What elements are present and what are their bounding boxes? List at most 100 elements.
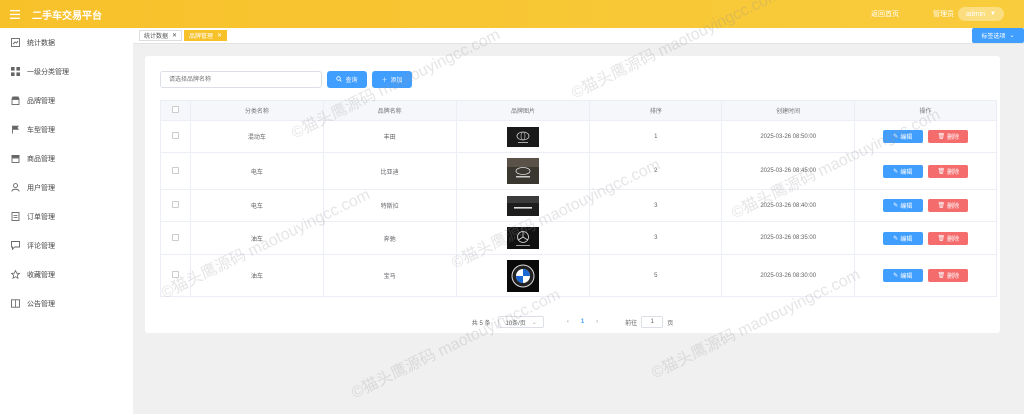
row-checkbox[interactable] [160, 221, 191, 255]
prev-page-icon[interactable]: ‹ [567, 319, 569, 325]
trash-icon: 🗑 [937, 235, 946, 242]
goto-page-input[interactable]: 1 [641, 316, 664, 328]
sidebar-item-notices[interactable]: 公告管理 [0, 289, 133, 318]
flag-icon [10, 125, 20, 135]
sidebar-item-comments[interactable]: 评论管理 [0, 231, 133, 260]
select-all-checkbox[interactable] [160, 100, 191, 121]
cell-created: 2025-03-26 08:30:00 [721, 254, 856, 297]
edit-label: 编辑 [900, 169, 913, 176]
tab-statistics[interactable]: 统计数据 ✕ [139, 30, 183, 41]
cell-actions: ✎ 编辑 🗑 删除 [854, 152, 997, 190]
sidebar-item-category[interactable]: 一级分类管理 [0, 57, 133, 86]
sidebar-item-model[interactable]: 车型管理 [0, 115, 133, 144]
sidebar-item-favorites[interactable]: 收藏管理 [0, 260, 133, 289]
delete-button[interactable]: 🗑 删除 [928, 231, 969, 245]
cell-category: 电车 [189, 152, 324, 190]
delete-button[interactable]: 🗑 删除 [928, 269, 969, 282]
brand-card: 查询 ＋ 添加 分类名称 品牌名称 品牌图片 排序 创建时间 操作 [145, 56, 1000, 333]
edit-button[interactable]: ✎ 编辑 [882, 164, 923, 178]
tab-bar: 统计数据 ✕ 品牌管理 ✕ 标签选项 ⌄ [133, 28, 1024, 44]
sidebar-item-orders[interactable]: 订单管理 [0, 202, 133, 231]
chevron-down-icon: ⌄ [1009, 33, 1015, 39]
home-link[interactable]: 返回首页 [871, 9, 899, 19]
trash-icon: 🗑 [937, 203, 946, 209]
bmw-logo-image [507, 259, 540, 292]
sidebar-item-goods[interactable]: 商品管理 [0, 144, 133, 173]
goto-label: 前往 [625, 320, 638, 327]
mercedes-logo-image [507, 227, 540, 249]
table-row: 电车 特斯拉 3 2025-03-26 08:40:00 ✎ 编辑 🗑 删除 [160, 189, 997, 222]
row-checkbox[interactable] [160, 152, 191, 190]
cell-image [455, 120, 591, 153]
trash-icon: 🗑 [937, 134, 946, 140]
query-button[interactable]: 查询 [327, 71, 367, 88]
edit-label: 编辑 [900, 274, 913, 280]
column-header-actions: 操作 [854, 100, 997, 121]
cell-brand: 宝马 [322, 254, 457, 297]
add-button[interactable]: ＋ 添加 [372, 71, 412, 88]
cell-actions: ✎ 编辑 🗑 删除 [854, 221, 997, 255]
sidebar-item-statistics[interactable]: 统计数据 [0, 28, 133, 57]
store-icon [10, 96, 20, 106]
sidebar-item-label: 公告管理 [27, 300, 55, 308]
page-size-select[interactable]: 10条/页 ⌄ [498, 316, 544, 328]
delete-button[interactable]: 🗑 删除 [928, 130, 969, 143]
cell-sort: 2 [589, 152, 723, 190]
page-number[interactable]: 1 [581, 319, 584, 325]
username: admin [965, 10, 986, 18]
edit-label: 编辑 [900, 204, 913, 210]
edit-button[interactable]: ✎ 编辑 [882, 130, 923, 143]
table-header-row: 分类名称 品牌名称 品牌图片 排序 创建时间 操作 [160, 100, 997, 121]
search-icon [336, 75, 343, 84]
sidebar-item-label: 品牌管理 [27, 97, 55, 105]
column-header-image: 品牌图片 [455, 100, 591, 121]
delete-button[interactable]: 🗑 删除 [928, 199, 969, 212]
edit-icon: ✎ [893, 203, 899, 209]
chevron-down-icon: ▼ [990, 11, 996, 17]
row-checkbox[interactable] [160, 189, 191, 222]
trash-icon: 🗑 [937, 273, 946, 279]
cell-actions: ✎ 编辑 🗑 删除 [854, 120, 997, 153]
sidebar-item-label: 收藏管理 [27, 271, 55, 279]
table-row: 油车 宝马 5 2025-03-26 08:30:00 ✎ 编辑 🗑 删除 [160, 254, 997, 297]
edit-button[interactable]: ✎ 编辑 [882, 199, 923, 212]
delete-button[interactable]: 🗑 删除 [928, 164, 969, 178]
cell-brand: 比亚迪 [322, 152, 457, 190]
brand-search-input[interactable] [160, 71, 322, 88]
cell-sort: 3 [589, 189, 723, 222]
chart-icon [10, 38, 20, 48]
close-icon[interactable]: ✕ [172, 32, 177, 39]
cell-brand: 奔驰 [322, 221, 457, 255]
add-label: 添加 [390, 78, 403, 84]
cell-image [455, 189, 591, 222]
goto-suffix: 页 [667, 320, 674, 327]
edit-button[interactable]: ✎ 编辑 [882, 231, 923, 245]
cell-sort: 1 [589, 120, 723, 153]
row-checkbox[interactable] [160, 254, 191, 297]
cell-category: 混动车 [189, 120, 324, 153]
next-page-icon[interactable]: › [596, 319, 598, 325]
tab-options-button[interactable]: 标签选项 ⌄ [972, 28, 1024, 43]
edit-button[interactable]: ✎ 编辑 [882, 269, 923, 282]
sidebar-item-label: 订单管理 [27, 213, 55, 221]
column-header-brand: 品牌名称 [322, 100, 457, 121]
comment-icon [10, 241, 20, 251]
menu-toggle-icon[interactable] [0, 0, 30, 28]
page-size-value: 10条/页 [505, 320, 526, 327]
delete-label: 删除 [947, 135, 960, 141]
book-icon [10, 299, 20, 309]
row-checkbox[interactable] [160, 120, 191, 153]
sidebar-item-label: 一级分类管理 [27, 68, 69, 76]
sidebar-item-brand[interactable]: 品牌管理 [0, 86, 133, 115]
close-icon[interactable]: ✕ [217, 32, 222, 39]
cell-image [455, 152, 591, 190]
sidebar-item-users[interactable]: 用户管理 [0, 173, 133, 202]
sidebar: 统计数据 一级分类管理 品牌管理 车型管理 商品管理 用户管理 订单管理 评论管… [0, 28, 133, 414]
cell-category: 油车 [189, 254, 324, 297]
username-chip[interactable]: admin ▼ [957, 7, 1004, 21]
cell-created: 2025-03-26 08:50:00 [721, 120, 856, 153]
cell-created: 2025-03-26 08:45:00 [721, 152, 856, 190]
user-menu[interactable]: 管理员 admin ▼ [933, 7, 1004, 21]
tab-brand-management[interactable]: 品牌管理 ✕ [184, 30, 228, 41]
table-row: 混动车 丰田 1 2025-03-26 08:50:00 ✎ 编辑 🗑 删除 [160, 120, 997, 153]
